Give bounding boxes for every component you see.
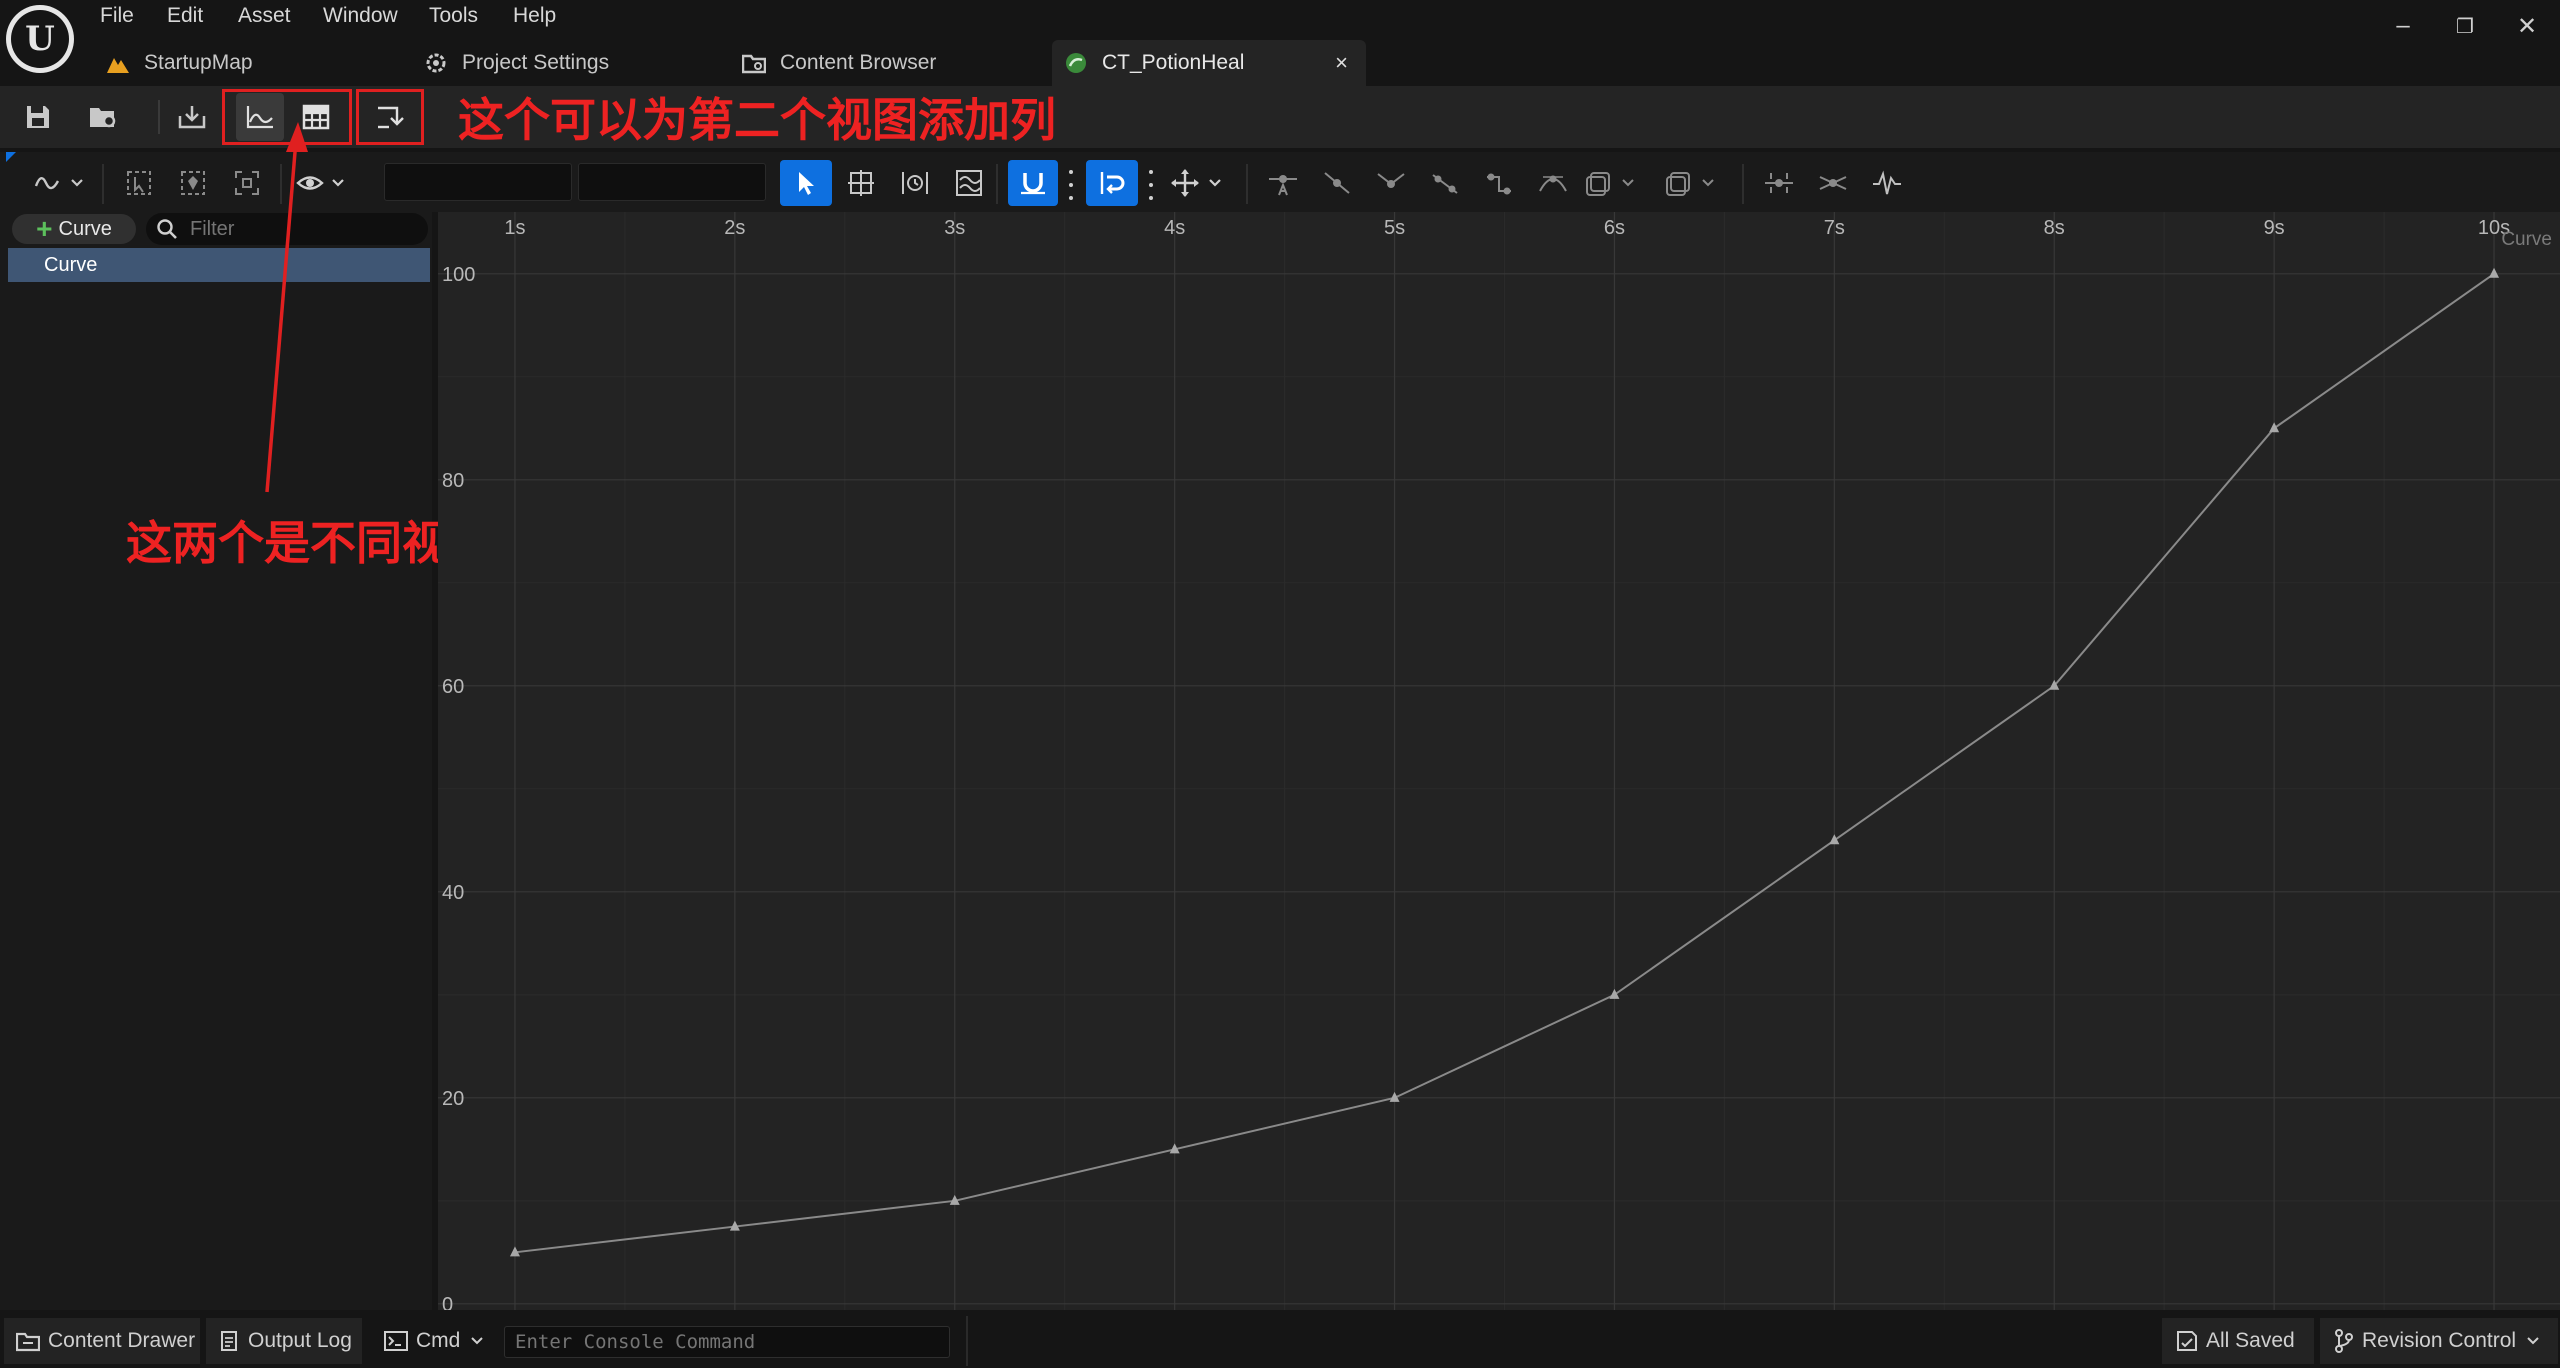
all-saved-label: All Saved xyxy=(2206,1329,2295,1352)
x-tick-label: 7s xyxy=(1824,217,1845,239)
output-log-icon xyxy=(220,1330,238,1352)
curve-graph[interactable]: 1s 2s 3s 4s 5s 6s 7s 8s 9s 10s 0 20 40 60 80 100 Curve xyxy=(438,212,2560,1310)
content-drawer-button[interactable]: Content Drawer xyxy=(4,1318,200,1364)
y-tick-label: 20 xyxy=(442,1088,464,1110)
curve-series-label: Curve xyxy=(2501,229,2552,250)
x-tick-label: 1s xyxy=(504,217,525,239)
y-tick-label: 40 xyxy=(442,882,464,904)
cmd-label: Cmd xyxy=(416,1329,461,1352)
revision-control-button[interactable]: Revision Control xyxy=(2320,1318,2558,1364)
output-log-button[interactable]: Output Log xyxy=(206,1318,362,1364)
curve-key-point xyxy=(2269,422,2280,433)
curve-key-point xyxy=(1829,834,1840,845)
branch-icon xyxy=(2334,1329,2354,1353)
content-drawer-label: Content Drawer xyxy=(48,1329,196,1352)
y-tick-label: 0 xyxy=(442,1294,453,1310)
x-tick-label: 4s xyxy=(1164,217,1185,239)
chevron-down-icon xyxy=(2526,1336,2540,1346)
console-command-input[interactable] xyxy=(504,1326,950,1358)
x-tick-label: 6s xyxy=(1604,217,1625,239)
revision-control-label: Revision Control xyxy=(2362,1329,2517,1352)
status-separator xyxy=(966,1316,968,1366)
x-tick-label: 2s xyxy=(724,217,745,239)
x-tick-label: 9s xyxy=(2264,217,2285,239)
save-status-icon xyxy=(2176,1330,2198,1352)
content-drawer-icon xyxy=(16,1330,40,1352)
cmd-dropdown[interactable]: Cmd xyxy=(368,1318,496,1364)
y-tick-label: 60 xyxy=(442,676,464,698)
x-tick-label: 5s xyxy=(1384,217,1405,239)
curve-chart[interactable]: 1s 2s 3s 4s 5s 6s 7s 8s 9s 10s020406080100Curve xyxy=(438,212,2560,1310)
x-tick-label: 8s xyxy=(2044,217,2065,239)
chevron-down-icon xyxy=(470,1336,484,1346)
y-tick-label: 100 xyxy=(442,264,475,286)
curve-key-point xyxy=(2489,267,2500,278)
x-tick-label: 3s xyxy=(944,217,965,239)
all-saved-button[interactable]: All Saved xyxy=(2162,1318,2314,1364)
output-log-label: Output Log xyxy=(248,1329,352,1352)
y-tick-label: 80 xyxy=(442,470,464,492)
curve-key-point xyxy=(1609,988,1620,999)
console-icon xyxy=(384,1331,408,1351)
